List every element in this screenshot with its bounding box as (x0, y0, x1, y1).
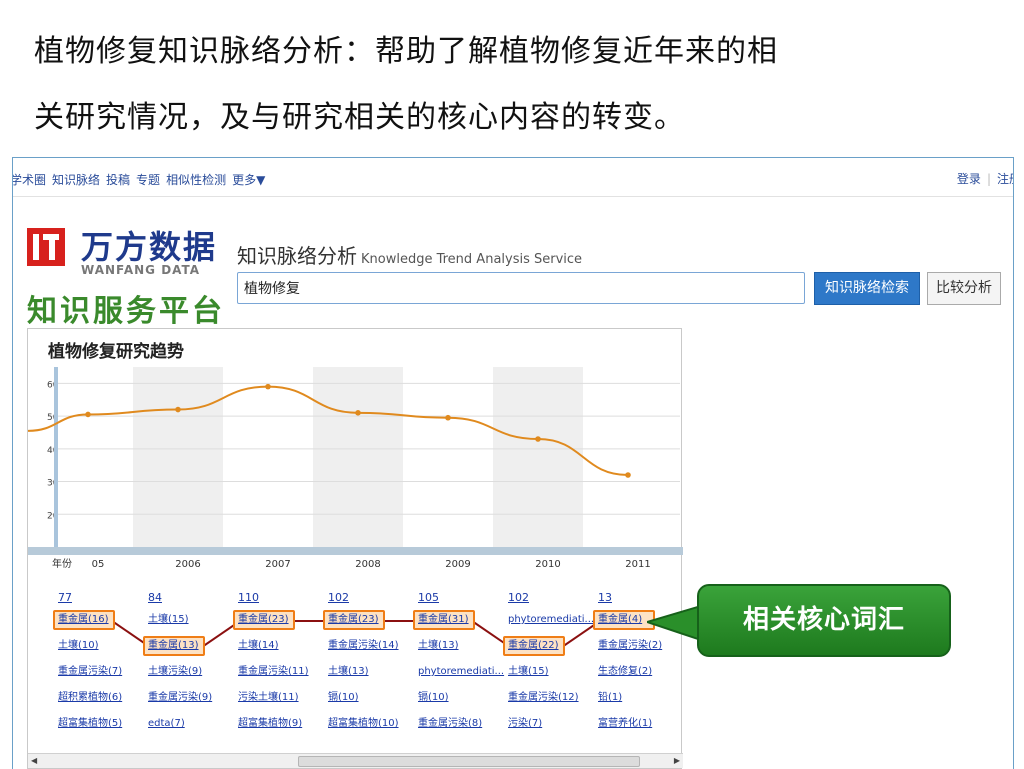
keyword-link[interactable]: 重金属污染(14) (328, 639, 399, 653)
keyword-link[interactable]: 污染(7) (508, 717, 542, 731)
nav-link[interactable]: 更多▼ (232, 173, 265, 187)
keyword-link[interactable]: phytoremediati... (508, 613, 594, 627)
keyword-link[interactable]: 镉(10) (418, 691, 449, 705)
slide-title-line-1: 植物修复知识脉络分析：帮助了解植物修复近年来的相 (34, 34, 778, 69)
keyword-link[interactable]: 重金属(31) (418, 613, 469, 627)
data-point (535, 436, 541, 442)
keyword-link[interactable]: 重金属污染(8) (418, 717, 482, 731)
scroll-right-icon[interactable]: ▶ (674, 756, 680, 765)
keyword-link[interactable]: 土壤(15) (508, 665, 549, 679)
nav-separator: | (986, 172, 991, 186)
x-tick-label: 2007 (265, 559, 290, 570)
keyword-link[interactable]: 重金属(16) (58, 613, 109, 627)
keyword-link[interactable]: 土壤(14) (238, 639, 279, 653)
top-nav-links: 学术圈 知识脉络 投稿 专题 相似性检测 更多▼ (13, 171, 271, 188)
keyword-link[interactable]: 重金属(13) (148, 639, 199, 653)
login-link[interactable]: 登录 (957, 172, 981, 186)
keyword-link[interactable]: 土壤(13) (418, 639, 459, 653)
keyword-link[interactable]: 土壤(15) (148, 613, 189, 627)
callout-pointer (647, 604, 701, 642)
x-tick-label: 2008 (355, 559, 380, 570)
x-axis-band (28, 547, 683, 555)
horizontal-scrollbar[interactable]: ◀ ▶ (28, 753, 683, 768)
keyword-link[interactable]: 超富集植物(10) (328, 717, 399, 731)
nav-link[interactable]: 相似性检测 (166, 173, 226, 187)
paper-count-link[interactable]: 13 (598, 591, 612, 605)
brand-platform: 知识服务平台 (27, 294, 225, 329)
paper-count-link[interactable]: 102 (328, 591, 349, 605)
trend-chart: 2030405060年份 05 2006 2007 2008 2009 2010 2011 (28, 367, 683, 570)
top-nav-bar: 学术圈知识脉络投稿专题相似性检测更多▼ 登录 | 注册 (13, 158, 1013, 197)
keyword-link[interactable]: 重金属污染(7) (58, 665, 122, 679)
paper-count-link[interactable]: 102 (508, 591, 529, 605)
keyword-link[interactable]: 土壤(10) (58, 639, 99, 653)
scrollbar-thumb[interactable] (298, 756, 640, 767)
knowledge-search-button[interactable]: 知识脉络检索 (814, 272, 920, 305)
paper-count-link[interactable]: 105 (418, 591, 439, 605)
chart-title: 植物修复研究趋势 (48, 342, 184, 362)
keyword-link[interactable]: 重金属(22) (508, 639, 559, 653)
wanfang-logo-icon (27, 228, 65, 266)
keyword-link[interactable]: 镉(10) (328, 691, 359, 705)
keyword-link[interactable]: 超富集植物(5) (58, 717, 122, 731)
nav-link[interactable]: 知识脉络 (52, 173, 100, 187)
year-band (313, 367, 403, 547)
service-title-en: Knowledge Trend Analysis Service (361, 252, 583, 267)
keyword-link[interactable]: 重金属污染(12) (508, 691, 579, 705)
keyword-link[interactable]: 重金属(4) (598, 613, 642, 627)
search-input[interactable] (237, 272, 805, 304)
keyword-link[interactable]: 重金属污染(9) (148, 691, 212, 705)
keyword-link[interactable]: 超积累植物(6) (58, 691, 122, 705)
x-tick-label: 2010 (535, 559, 560, 570)
keyword-link[interactable]: edta(7) (148, 717, 185, 731)
keyword-link[interactable]: 土壤(13) (328, 665, 369, 679)
keyword-link[interactable]: 生态修复(2) (598, 665, 652, 679)
keyword-link[interactable]: 重金属(23) (238, 613, 289, 627)
keyword-link[interactable]: 重金属(23) (328, 613, 379, 627)
callout-text: 相关核心词汇 (742, 605, 905, 635)
keyword-link[interactable]: 超富集植物(9) (238, 717, 302, 731)
data-point (355, 410, 361, 416)
x-axis-label: 年份 (52, 557, 72, 570)
x-tick-label: 2009 (445, 559, 470, 570)
year-band (493, 367, 583, 547)
x-tick-label: 2011 (625, 559, 650, 570)
paper-count-link[interactable]: 84 (148, 591, 162, 605)
nav-link[interactable]: 投稿 (106, 173, 130, 187)
account-links: 登录 | 注册 (957, 170, 1013, 187)
data-point (445, 414, 451, 421)
service-title: 知识脉络分析 Knowledge Trend Analysis Service (237, 240, 582, 269)
keyword-link[interactable]: 土壤污染(9) (148, 665, 202, 679)
brand-name: 万方数据 (81, 228, 218, 266)
trend-panel: 20 30 40 50 60 年份 05 2006 2007 2008 2009 2010 2011 植… (27, 328, 683, 769)
keyword-link[interactable]: 污染土壤(11) (238, 691, 299, 705)
scroll-left-icon[interactable]: ◀ (31, 756, 37, 765)
browser-screenshot-frame: 学术圈知识脉络投稿专题相似性检测更多▼ 登录 | 注册 万方数据 WANFANG D… (12, 157, 1014, 769)
keyword-link[interactable]: phytoremediati... (418, 665, 504, 679)
data-point (175, 406, 181, 413)
core-keywords-callout: 相关核心词汇 (697, 584, 951, 657)
keyword-link[interactable]: 重金属污染(11) (238, 665, 309, 679)
keyword-link[interactable]: 铅(1) (598, 691, 622, 705)
register-link[interactable]: 注册 (997, 172, 1013, 186)
brand-name-en: WANFANG DATA (81, 263, 201, 277)
paper-count-link[interactable]: 77 (58, 591, 72, 605)
service-title-cn: 知识脉络分析 (237, 244, 357, 268)
x-tick-label: 2006 (175, 559, 200, 570)
data-point (265, 383, 271, 390)
nav-link[interactable]: 专题 (136, 173, 160, 187)
compare-analysis-button[interactable]: 比较分析 (927, 272, 1001, 305)
x-tick-label: 05 (92, 559, 105, 570)
data-point (85, 411, 91, 418)
slide-title-line-2: 关研究情况，及与研究相关的核心内容的转变。 (34, 100, 685, 135)
data-point (625, 472, 631, 478)
year-band (133, 367, 223, 547)
nav-link[interactable]: 学术圈 (13, 173, 46, 187)
paper-count-link[interactable]: 110 (238, 591, 259, 605)
keyword-link[interactable]: 富营养化(1) (598, 717, 652, 731)
